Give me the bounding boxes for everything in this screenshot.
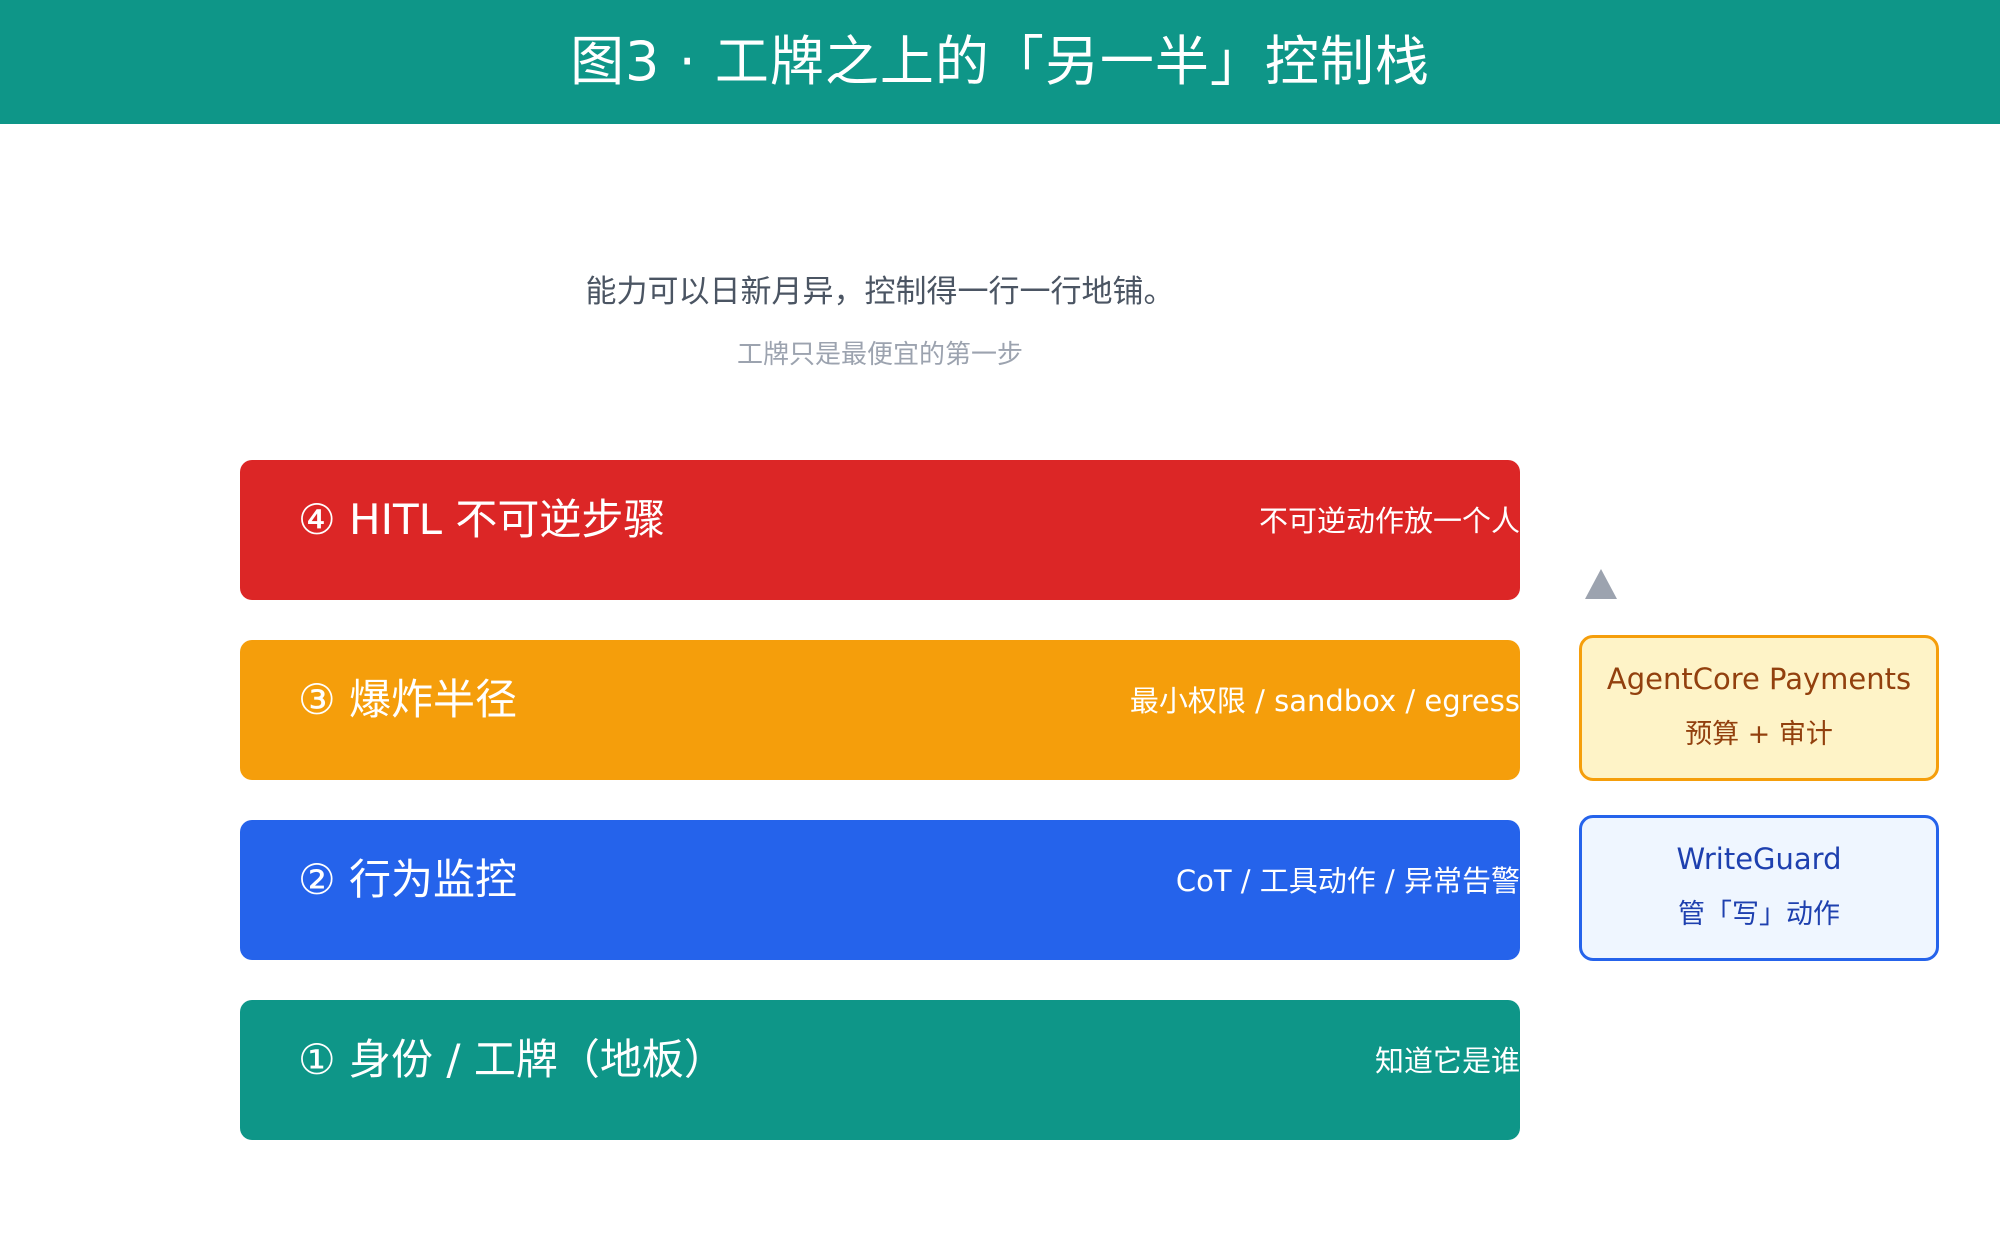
- layer-behavior-monitoring: ② 行为监控 CoT / 工具动作 / 异常告警: [240, 820, 1520, 960]
- layer-note: 不可逆动作放一个人: [1258, 504, 1520, 538]
- layer-label: ③ 爆炸半径: [298, 675, 518, 724]
- layer-note: 知道它是谁: [1374, 1044, 1520, 1078]
- layer-note: 最小权限 / sandbox / egress: [1129, 684, 1520, 718]
- layer-hitl: ④ HITL 不可逆步骤 不可逆动作放一个人: [240, 460, 1520, 600]
- intro-subline: 工牌只是最便宜的第一步: [736, 340, 1023, 370]
- layer-identity: ① 身份 / 工牌（地板） 知道它是谁: [240, 1000, 1520, 1140]
- figure-title: 图3 · 工牌之上的「另一半」控制栈: [570, 30, 1430, 93]
- layer-label: ④ HITL 不可逆步骤: [298, 495, 666, 544]
- layer-blast-radius: ③ 爆炸半径 最小权限 / sandbox / egress: [240, 640, 1520, 780]
- card-title: AgentCore Payments: [1606, 662, 1912, 696]
- intro-headline: 能力可以日新月异，控制得一行一行地铺。: [585, 274, 1175, 310]
- header-bar: 图3 · 工牌之上的「另一半」控制栈: [0, 0, 2000, 124]
- up-triangle-icon: [1585, 569, 1617, 599]
- side-card-agentcore-payments: AgentCore Payments 预算 + 审计: [1579, 635, 1939, 781]
- side-card-writeguard: WriteGuard 管「写」动作: [1579, 815, 1939, 961]
- card-subtitle: 预算 + 审计: [1685, 719, 1833, 750]
- card-subtitle: 管「写」动作: [1678, 899, 1840, 930]
- layer-note: CoT / 工具动作 / 异常告警: [1175, 864, 1520, 898]
- card-title: WriteGuard: [1676, 842, 1842, 876]
- layer-label: ② 行为监控: [298, 855, 518, 904]
- layer-label: ① 身份 / 工牌（地板）: [298, 1035, 726, 1084]
